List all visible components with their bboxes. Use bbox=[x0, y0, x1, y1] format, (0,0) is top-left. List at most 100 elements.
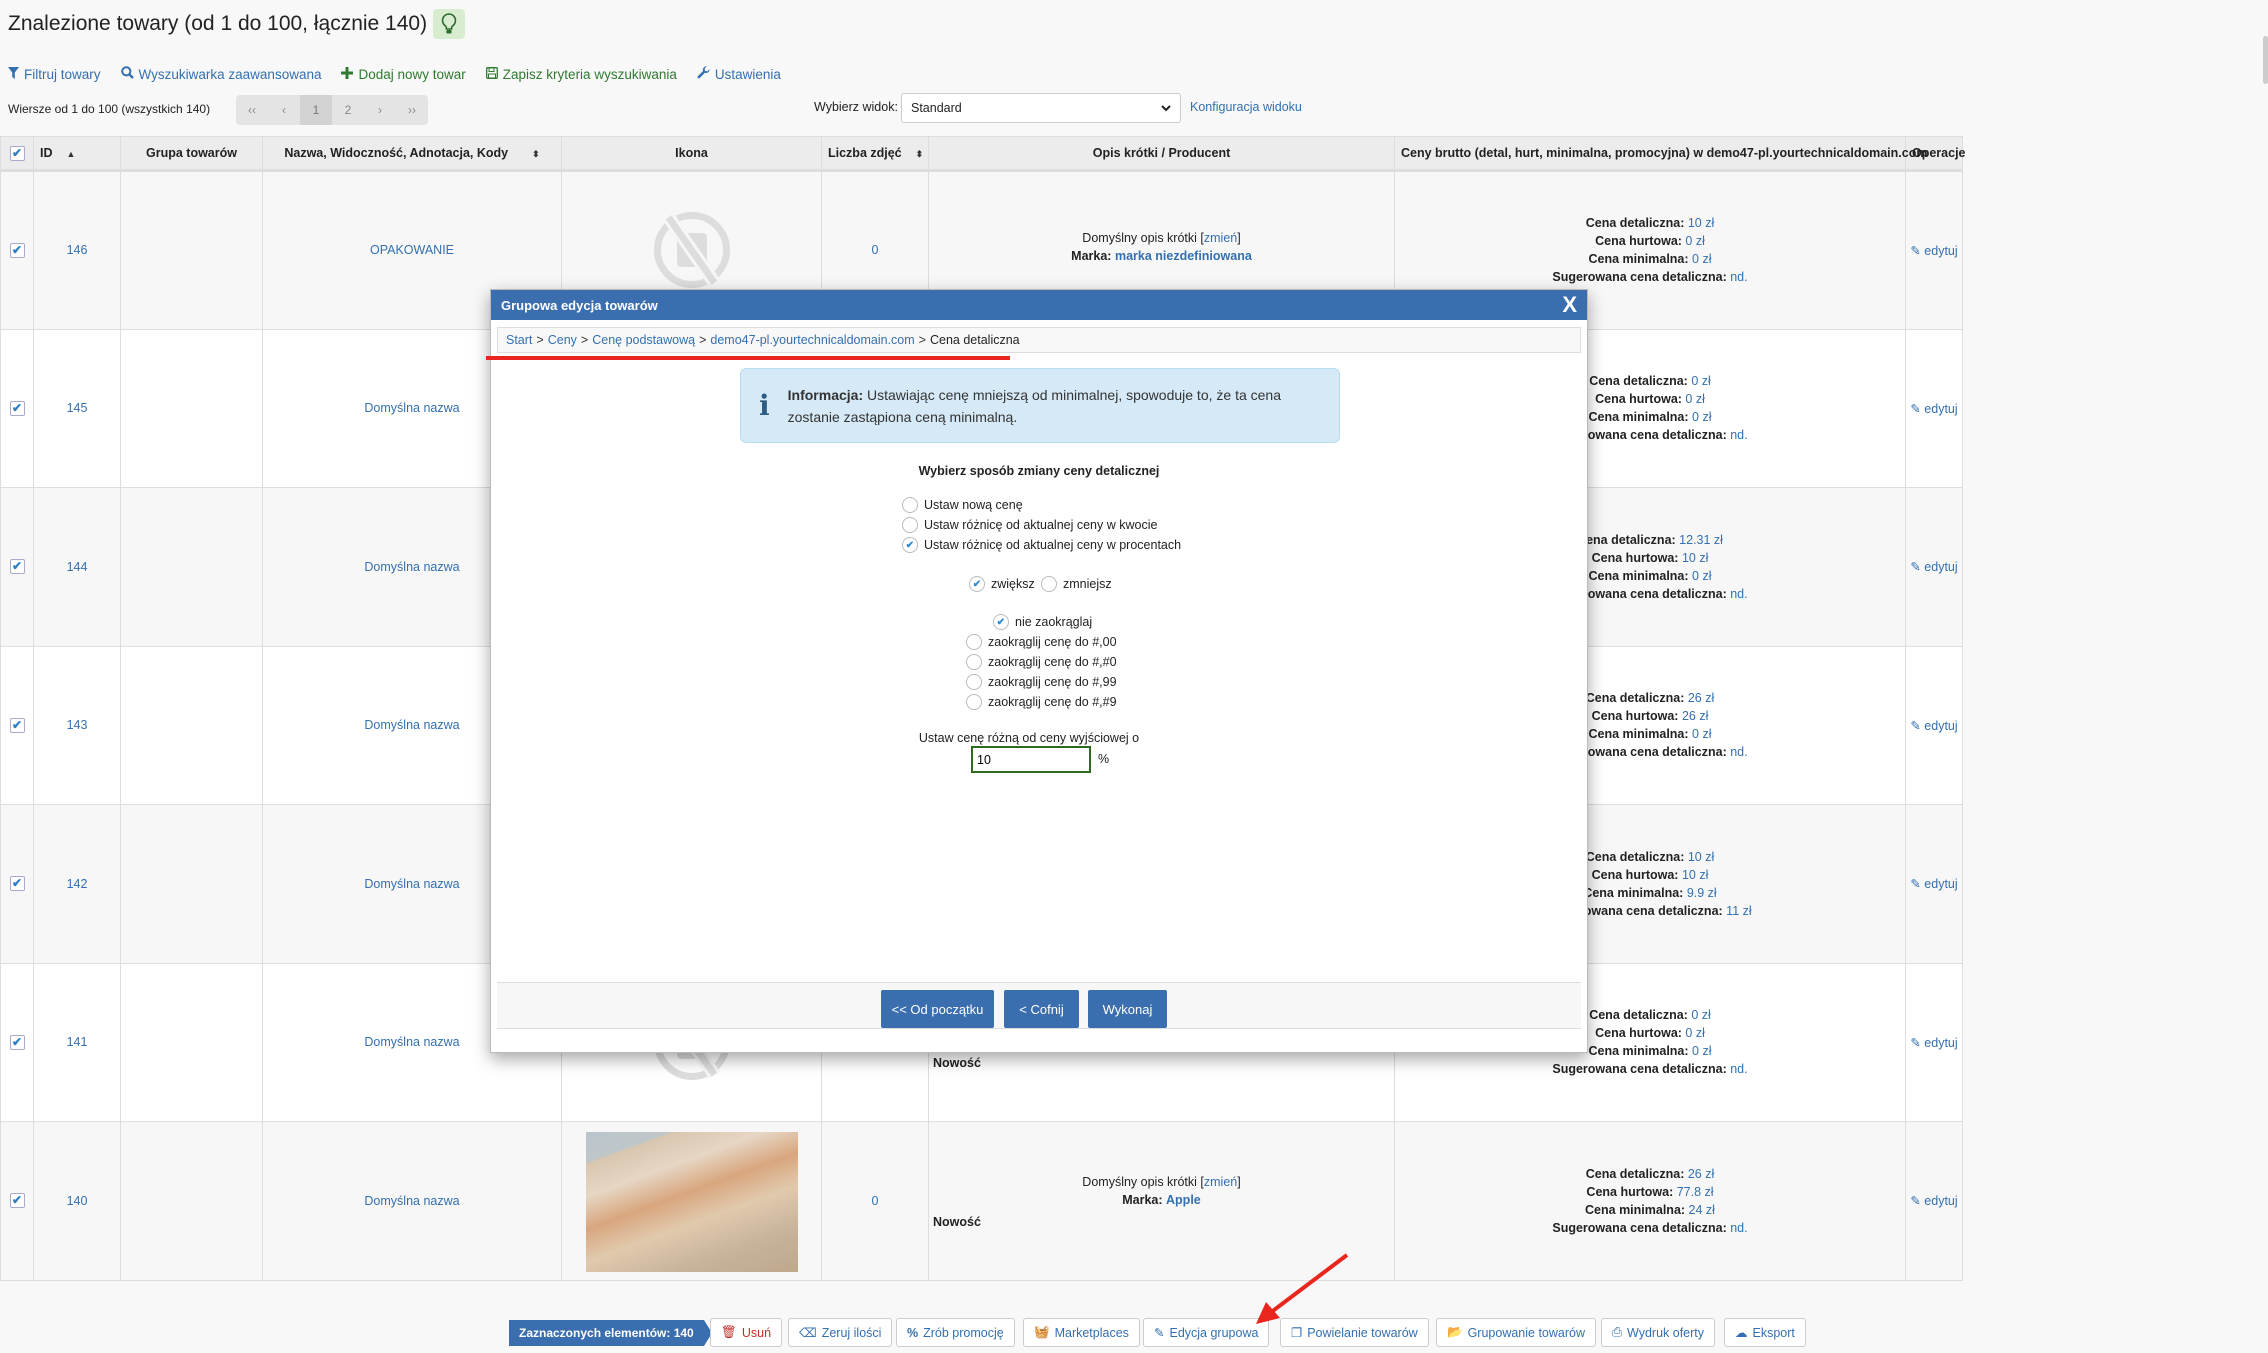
page-scrollbar[interactable] bbox=[2263, 36, 2268, 84]
change-description-link[interactable]: zmień bbox=[1204, 231, 1237, 245]
edit-link[interactable]: ✎ edytuj bbox=[1910, 244, 1957, 258]
edit-link[interactable]: ✎ edytuj bbox=[1910, 402, 1957, 416]
retail-price-value[interactable]: 26 zł bbox=[1688, 691, 1714, 705]
edit-link[interactable]: ✎ edytuj bbox=[1910, 1036, 1957, 1050]
product-id-link[interactable]: 140 bbox=[67, 1194, 88, 1208]
photo-count-link[interactable]: 0 bbox=[872, 243, 879, 257]
retail-price-value[interactable]: 10 zł bbox=[1688, 216, 1714, 230]
brand-link[interactable]: marka niezdefiniowana bbox=[1115, 249, 1252, 263]
price-method-option[interactable]: Ustaw różnicę od aktualnej ceny w kwocie bbox=[902, 517, 1157, 533]
settings-link[interactable]: Ustawienia bbox=[697, 66, 781, 82]
row-checkbox[interactable]: ✔ bbox=[9, 1034, 25, 1050]
retail-price-value[interactable]: 12.31 zł bbox=[1679, 533, 1723, 547]
breadcrumb-base-price[interactable]: Cenę podstawową bbox=[592, 333, 695, 347]
radio-checked-icon[interactable]: ✔ bbox=[993, 614, 1009, 630]
minimum-price-value[interactable]: 0 zł bbox=[1692, 569, 1711, 583]
page-button-2[interactable]: 2 bbox=[332, 95, 364, 125]
group-products-button[interactable]: 📂 Grupowanie towarów bbox=[1436, 1318, 1596, 1347]
price-method-option[interactable]: Ustaw nową cenę bbox=[902, 497, 1023, 513]
product-id-link[interactable]: 142 bbox=[67, 877, 88, 891]
back-button[interactable]: < Cofnij bbox=[1004, 990, 1079, 1028]
execute-button[interactable]: Wykonaj bbox=[1088, 990, 1167, 1028]
make-promotion-button[interactable]: % Zrób promocję bbox=[896, 1318, 1015, 1347]
radio-icon[interactable] bbox=[966, 694, 982, 710]
row-checkbox-cell[interactable]: ✔ bbox=[0, 170, 34, 330]
edit-link[interactable]: ✎ edytuj bbox=[1910, 877, 1957, 891]
row-checkbox-cell[interactable]: ✔ bbox=[0, 487, 34, 647]
edit-link[interactable]: ✎ edytuj bbox=[1910, 560, 1957, 574]
suggested-price-value[interactable]: nd. bbox=[1730, 745, 1747, 759]
row-checkbox-cell[interactable]: ✔ bbox=[0, 962, 34, 1122]
product-name-link[interactable]: OPAKOWANIE bbox=[370, 243, 454, 257]
wholesale-price-value[interactable]: 0 zł bbox=[1685, 234, 1704, 248]
column-header-name[interactable]: Nazwa, Widoczność, Adnotacja, Kody ⬍ bbox=[262, 136, 562, 172]
marketplaces-button[interactable]: 🧺 Marketplaces bbox=[1023, 1318, 1140, 1347]
radio-icon[interactable] bbox=[966, 634, 982, 650]
view-select[interactable]: Standard bbox=[901, 93, 1181, 123]
edit-link[interactable]: ✎ edytuj bbox=[1910, 719, 1957, 733]
suggested-price-value[interactable]: nd. bbox=[1730, 428, 1747, 442]
retail-price-value[interactable]: 0 zł bbox=[1691, 1008, 1710, 1022]
rounding-option[interactable]: zaokrąglij cenę do #,#0 bbox=[966, 654, 1117, 670]
breadcrumb-domain[interactable]: demo47-pl.yourtechnicaldomain.com bbox=[710, 333, 914, 347]
retail-price-value[interactable]: 0 zł bbox=[1691, 374, 1710, 388]
product-name-link[interactable]: Domyślna nazwa bbox=[364, 401, 459, 415]
advanced-search-link[interactable]: Wyszukiwarka zaawansowana bbox=[120, 66, 321, 82]
select-all-checkbox-cell[interactable]: ✔ bbox=[0, 136, 34, 172]
product-id-link[interactable]: 143 bbox=[67, 718, 88, 732]
add-product-link[interactable]: Dodaj nowy towar bbox=[341, 66, 466, 82]
product-image-cell[interactable] bbox=[561, 1121, 822, 1281]
wholesale-price-value[interactable]: 10 zł bbox=[1682, 868, 1708, 882]
row-checkbox[interactable]: ✔ bbox=[9, 717, 25, 733]
direction-option[interactable]: ✔ zwiększ bbox=[969, 576, 1035, 592]
edit-link[interactable]: ✎ edytuj bbox=[1910, 1194, 1957, 1208]
wholesale-price-value[interactable]: 77.8 zł bbox=[1677, 1185, 1714, 1199]
radio-icon[interactable] bbox=[966, 674, 982, 690]
export-button[interactable]: ☁ Eksport bbox=[1724, 1318, 1806, 1347]
suggested-price-value[interactable]: nd. bbox=[1730, 1062, 1747, 1076]
column-header-id[interactable]: ID ▲ bbox=[33, 136, 121, 172]
product-name-link[interactable]: Domyślna nazwa bbox=[364, 560, 459, 574]
row-checkbox-cell[interactable]: ✔ bbox=[0, 645, 34, 805]
radio-checked-icon[interactable]: ✔ bbox=[902, 537, 918, 553]
rounding-option[interactable]: ✔ nie zaokrąglaj bbox=[993, 614, 1092, 630]
minimum-price-value[interactable]: 0 zł bbox=[1692, 410, 1711, 424]
rounding-option[interactable]: zaokrąglij cenę do #,99 bbox=[966, 674, 1117, 690]
radio-icon[interactable] bbox=[902, 517, 918, 533]
filter-products-link[interactable]: Filtruj towary bbox=[8, 66, 101, 82]
row-checkbox[interactable]: ✔ bbox=[9, 876, 25, 892]
percent-input[interactable] bbox=[971, 746, 1091, 773]
photo-count-link[interactable]: 0 bbox=[872, 1194, 879, 1208]
radio-icon[interactable] bbox=[966, 654, 982, 670]
wholesale-price-value[interactable]: 0 zł bbox=[1685, 392, 1704, 406]
retail-price-value[interactable]: 26 zł bbox=[1688, 1167, 1714, 1181]
wholesale-price-value[interactable]: 0 zł bbox=[1685, 1026, 1704, 1040]
suggested-price-value[interactable]: 11 zł bbox=[1726, 904, 1751, 918]
product-name-link[interactable]: Domyślna nazwa bbox=[364, 1035, 459, 1049]
brand-link[interactable]: Apple bbox=[1166, 1193, 1201, 1207]
suggested-price-value[interactable]: nd. bbox=[1730, 1221, 1747, 1235]
product-name-link[interactable]: Domyślna nazwa bbox=[364, 718, 459, 732]
product-name-link[interactable]: Domyślna nazwa bbox=[364, 877, 459, 891]
rounding-option[interactable]: zaokrąglij cenę do #,#9 bbox=[966, 694, 1117, 710]
first-page-button[interactable]: ‹‹ bbox=[236, 95, 268, 125]
minimum-price-value[interactable]: 0 zł bbox=[1692, 1044, 1711, 1058]
minimum-price-value[interactable]: 0 zł bbox=[1692, 727, 1711, 741]
rounding-option[interactable]: zaokrąglij cenę do #,00 bbox=[966, 634, 1117, 650]
breadcrumb-start[interactable]: Start bbox=[506, 333, 532, 347]
row-checkbox[interactable]: ✔ bbox=[9, 400, 25, 416]
breadcrumb-prices[interactable]: Ceny bbox=[548, 333, 577, 347]
sort-asc-icon[interactable]: ▲ bbox=[67, 149, 76, 159]
wholesale-price-value[interactable]: 26 zł bbox=[1682, 709, 1708, 723]
retail-price-value[interactable]: 10 zł bbox=[1688, 850, 1714, 864]
page-button-1[interactable]: 1 bbox=[300, 95, 332, 125]
radio-checked-icon[interactable]: ✔ bbox=[969, 576, 985, 592]
save-criteria-link[interactable]: Zapisz kryteria wyszukiwania bbox=[485, 66, 677, 82]
sort-icon[interactable]: ⬍ bbox=[916, 149, 924, 159]
suggested-price-value[interactable]: nd. bbox=[1730, 587, 1747, 601]
product-id-link[interactable]: 141 bbox=[67, 1035, 88, 1049]
radio-icon[interactable] bbox=[902, 497, 918, 513]
minimum-price-value[interactable]: 0 zł bbox=[1692, 252, 1711, 266]
print-offer-button[interactable]: ⎙ Wydruk oferty bbox=[1601, 1318, 1716, 1347]
wholesale-price-value[interactable]: 10 zł bbox=[1682, 551, 1708, 565]
